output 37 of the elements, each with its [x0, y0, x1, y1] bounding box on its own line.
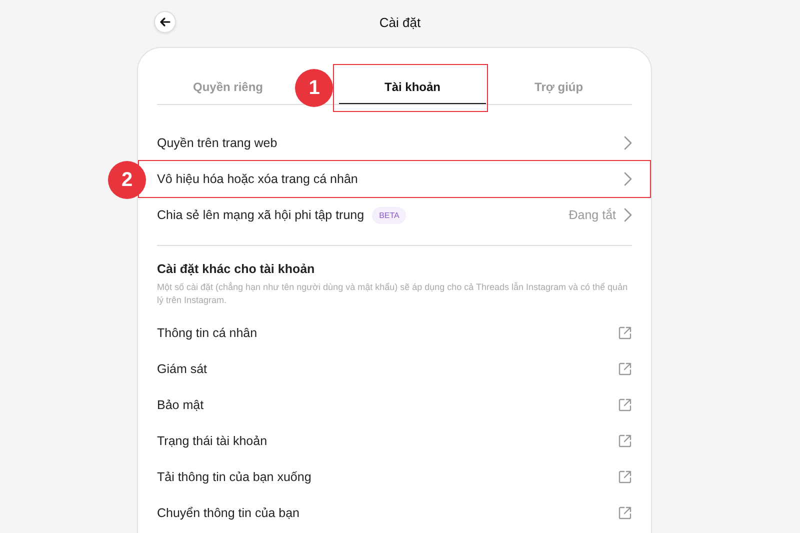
settings-link-row[interactable]: Thông tin cá nhân — [157, 315, 632, 351]
beta-tag: BETA — [372, 206, 406, 224]
external-link-icon — [618, 506, 632, 520]
external-link-icon — [618, 362, 632, 376]
settings-link-row[interactable]: Bảo mật — [157, 387, 632, 423]
section-description: Một số cài đặt (chẳng hạn như tên người dùng và mật khẩu) sẽ áp dụng cho cả Threads lẫn Instagram và có thể quản lý trên Instagram. — [157, 281, 629, 307]
row-label: Chia sẻ lên mạng xã hội phi tập trung — [157, 208, 364, 222]
external-link-icon — [618, 398, 632, 412]
step-number-badge: 2 — [108, 161, 146, 199]
settings-link-row[interactable]: Giám sát — [157, 351, 632, 387]
settings-link-row[interactable]: Tải thông tin của bạn xuống — [157, 459, 632, 495]
tab[interactable]: Tài khoản — [339, 62, 486, 104]
back-button[interactable] — [154, 11, 176, 33]
row-label: Trạng thái tài khoản — [157, 434, 268, 448]
section-heading: Cài đặt khác cho tài khoản — [157, 262, 316, 276]
settings-row[interactable]: Vô hiệu hóa hoặc xóa trang cá nhân — [157, 161, 632, 197]
back-arrow-icon — [159, 16, 171, 28]
row-label: Quyền trên trang web — [157, 136, 278, 150]
settings-link-row[interactable]: Trạng thái tài khoản — [157, 423, 632, 459]
external-link-icon — [618, 434, 632, 448]
row-label: Chuyển thông tin của bạn — [157, 506, 300, 520]
row-label: Vô hiệu hóa hoặc xóa trang cá nhân — [157, 172, 358, 186]
external-link-icon — [618, 326, 632, 340]
settings-link-row[interactable]: Chuyển thông tin của bạn — [157, 495, 632, 531]
row-value: Đang tắt — [568, 208, 616, 222]
row-label: Tải thông tin của bạn xuống — [157, 470, 312, 484]
chevron-right-icon — [624, 172, 632, 186]
row-label: Bảo mật — [157, 398, 204, 412]
step-number-badge: 1 — [295, 69, 334, 107]
row-label: Thông tin cá nhân — [157, 326, 258, 340]
external-link-icon — [618, 470, 632, 484]
settings-row[interactable]: Chia sẻ lên mạng xã hội phi tập trung BETA Đang tắt — [157, 197, 632, 233]
settings-row[interactable]: Quyền trên trang web — [157, 125, 632, 161]
row-label: Giám sát — [157, 362, 208, 376]
chevron-right-icon — [624, 136, 632, 150]
page-title: Cài đặt — [379, 14, 421, 30]
chevron-right-icon — [624, 208, 632, 222]
